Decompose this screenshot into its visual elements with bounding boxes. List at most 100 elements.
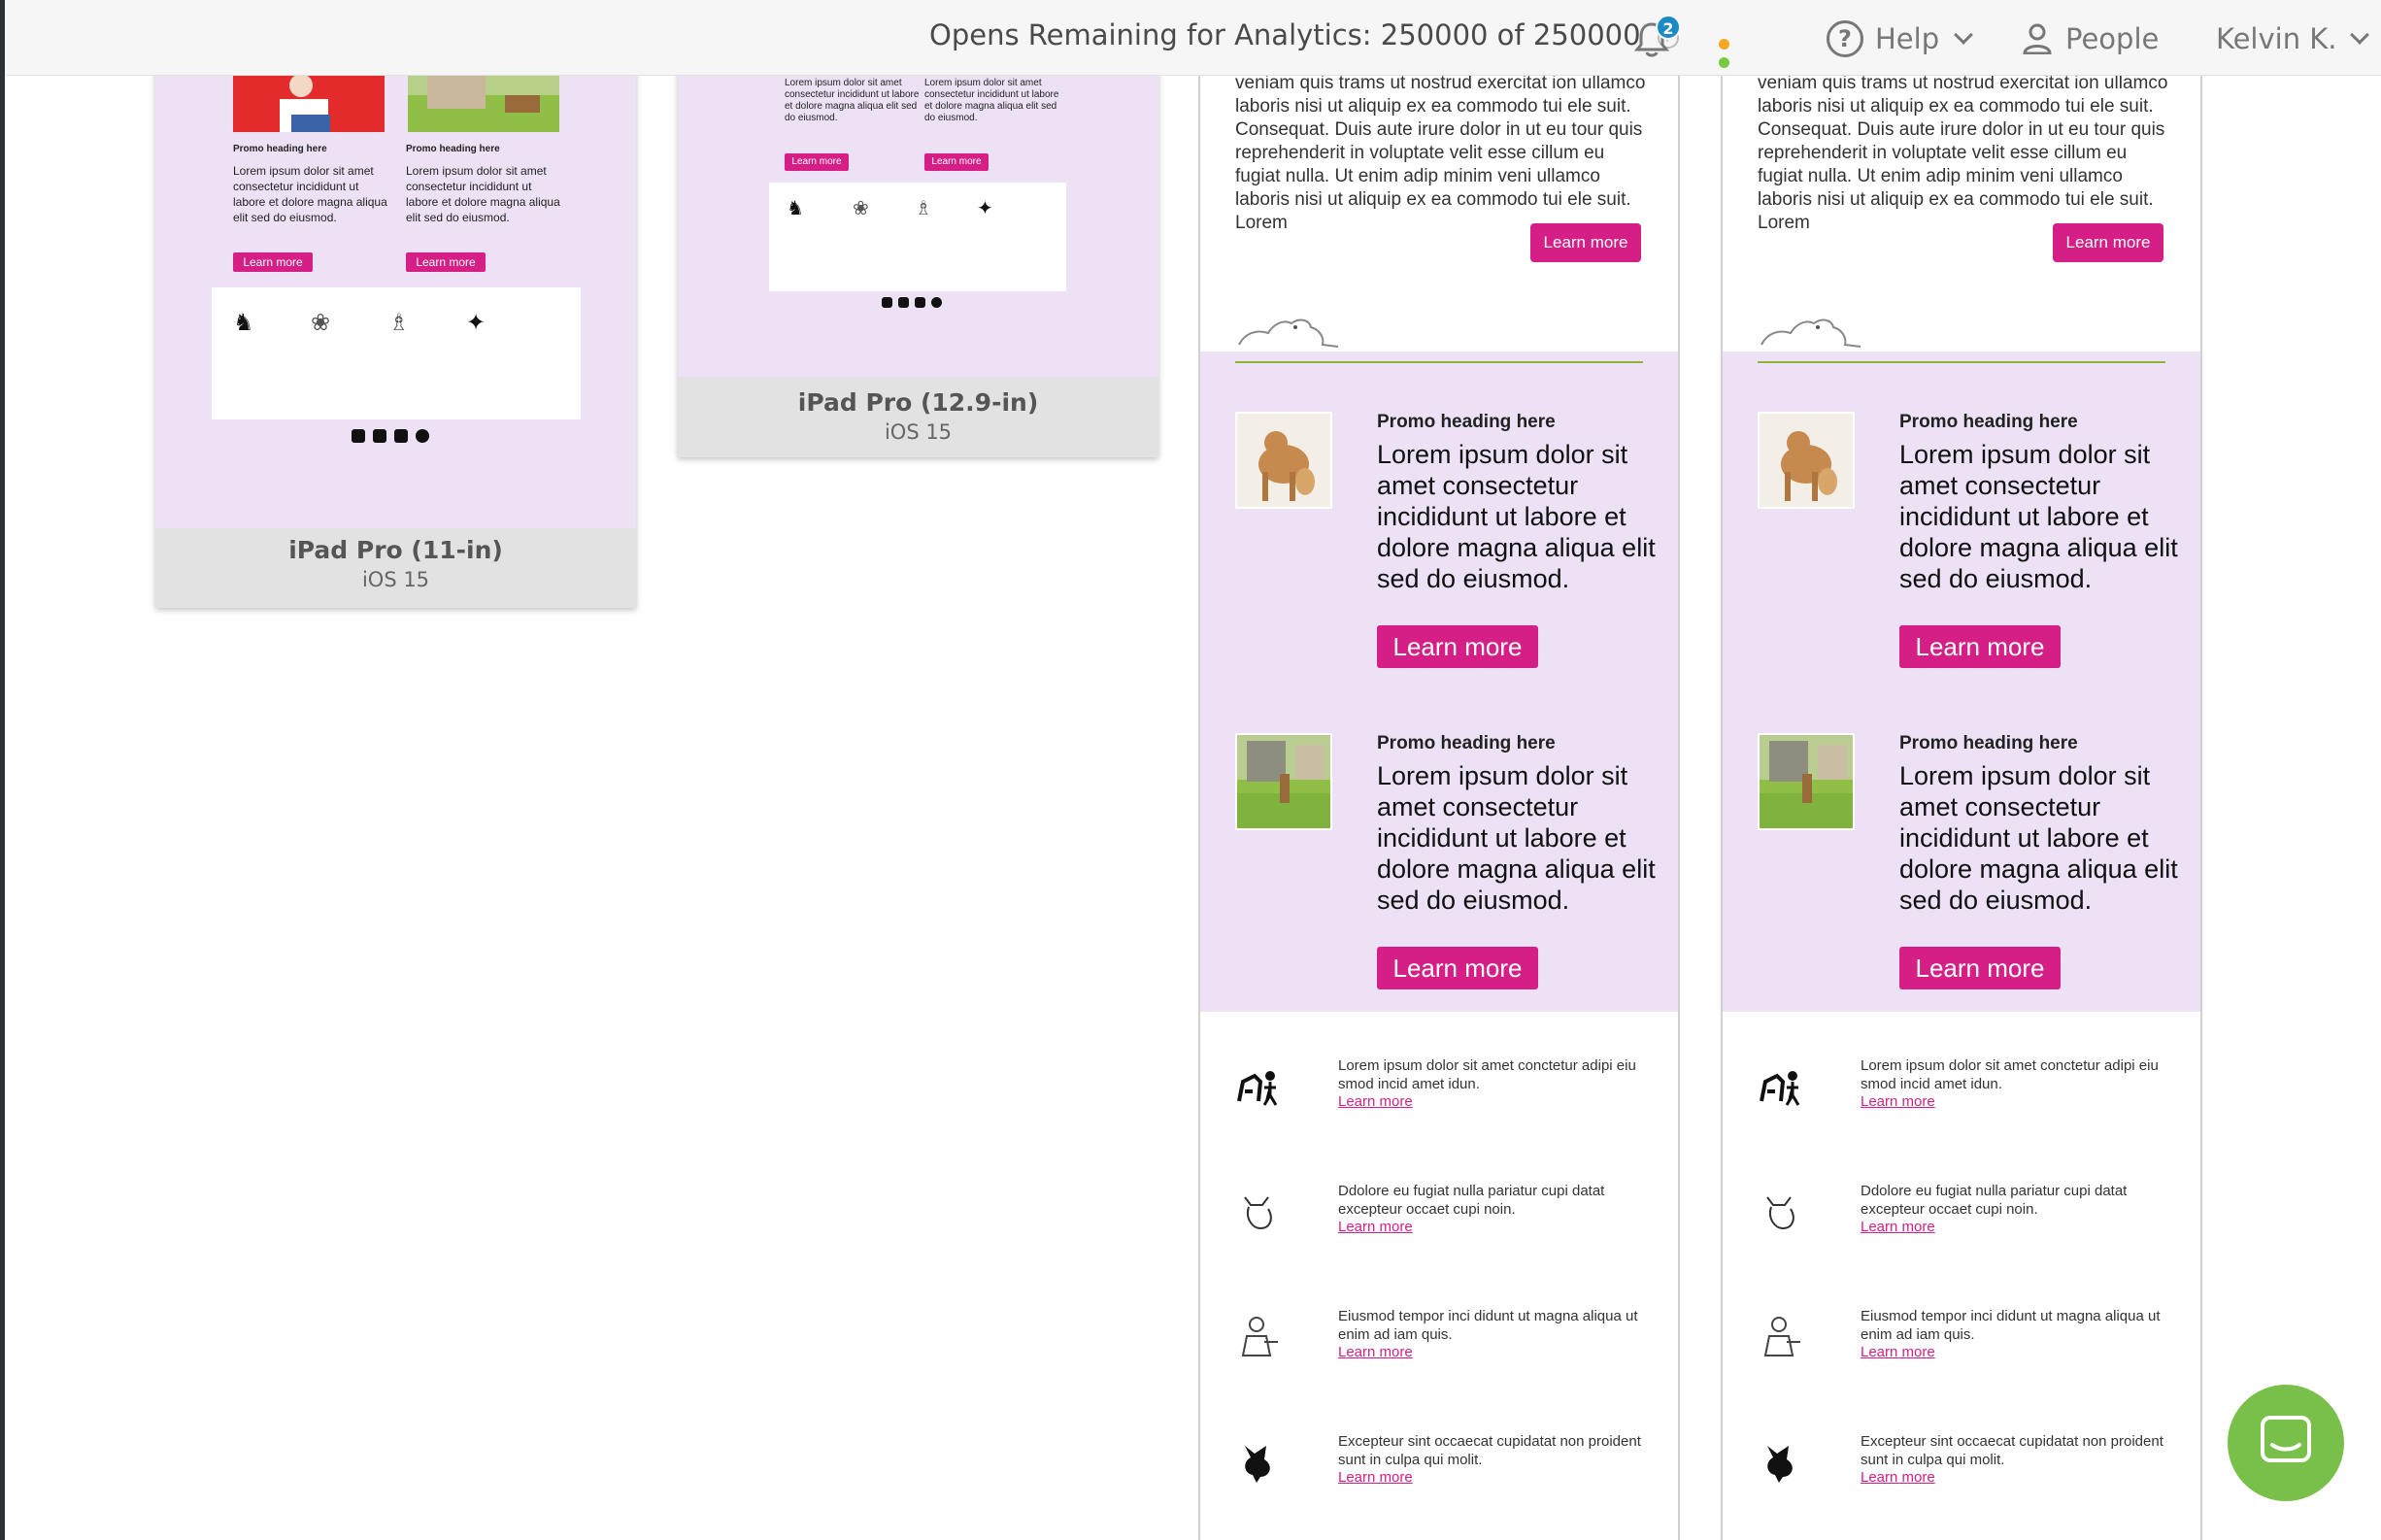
promo-text: Lorem ipsum dolor sit amet consectetur i…: [1899, 440, 2178, 593]
feature-item: Lorem ipsum dolor sit amet conctetur adi…: [1235, 1056, 1653, 1124]
promo-heading: Promo heading here: [1899, 733, 2078, 753]
cat-icon: [1766, 1196, 1794, 1230]
mini-promo-text: Lorem ipsum dolor sit amet consectetur i…: [785, 78, 920, 123]
grooming-icon: [1241, 1317, 1278, 1356]
people-menu[interactable]: People: [2023, 17, 2159, 60]
mail-icon: [931, 297, 942, 308]
intro-learn-more-button[interactable]: Learn more: [1530, 223, 1641, 262]
device-preview-ipad-pro-12-9[interactable]: Lorem ipsum dolor sit amet consectetur i…: [678, 66, 1158, 457]
people-label: People: [2065, 22, 2160, 55]
app-root: Opens Remaining for Analytics: 250000 of…: [0, 0, 2381, 1540]
feature-item: Lorem ipsum dolor sit amet conctetur adi…: [1758, 1056, 2175, 1124]
feature-text: Excepteur sint occaecat cupidatat non pr…: [1338, 1433, 1641, 1468]
feature-learn-more-link[interactable]: Learn more: [1338, 1093, 1413, 1110]
mini-learn-more-button: Learn more: [924, 153, 989, 171]
notifications-button[interactable]: 2: [1632, 15, 1681, 59]
instagram-icon: [394, 429, 408, 443]
status-dots: [1719, 35, 1758, 68]
device-os: iOS 15: [884, 420, 953, 444]
intro-learn-more-button[interactable]: Learn more: [2053, 223, 2163, 262]
feature-text: Excepteur sint occaecat cupidatat non pr…: [1861, 1433, 2163, 1468]
feature-item: Excepteur sint occaecat cupidatat non pr…: [1235, 1432, 1653, 1500]
feature-learn-more-link[interactable]: Learn more: [1338, 1469, 1413, 1486]
device-name: iPad Pro (12.9-in): [797, 388, 1039, 417]
chat-launcher-button[interactable]: [2228, 1385, 2344, 1501]
feature-learn-more-link[interactable]: Learn more: [1861, 1219, 1935, 1235]
mini-social-icons: [352, 429, 429, 443]
left-edge: [0, 0, 5, 1540]
device-preview-ipad-pro-11[interactable]: Promo heading here Promo heading here Lo…: [155, 66, 636, 608]
twitter-icon: [373, 429, 386, 443]
mini-promo-text: Lorem ipsum dolor sit amet consectetur i…: [406, 164, 560, 224]
mini-promo-text: Lorem ipsum dolor sit amet consectetur i…: [924, 78, 1059, 123]
promo-image-garden: [1235, 733, 1332, 830]
promo-learn-more-button[interactable]: Learn more: [1377, 625, 1538, 668]
feature-learn-more-link[interactable]: Learn more: [1861, 1344, 1935, 1360]
divider-rule: [1758, 361, 2165, 363]
feature-text: Eiusmod tempor inci didunt ut magna aliq…: [1861, 1308, 2161, 1343]
mini-promo-text: Lorem ipsum dolor sit amet consectetur i…: [233, 164, 387, 224]
email-preview-column[interactable]: veniam quis trams ut nostrud exercitat i…: [1198, 76, 1680, 1540]
promo-heading: Promo heading here: [1377, 412, 1556, 432]
promo-heading: Promo heading here: [1899, 412, 2078, 432]
dog-illustration-icon: [1238, 318, 1339, 348]
intro-text: veniam quis trams ut nostrud exercitat i…: [1235, 76, 1646, 233]
feature-learn-more-link[interactable]: Learn more: [1861, 1093, 1935, 1110]
promo-learn-more-button[interactable]: Learn more: [1899, 625, 2061, 668]
promo-text: Lorem ipsum dolor sit amet consectetur i…: [1377, 761, 1656, 915]
feature-item: Eiusmod tempor inci didunt ut magna aliq…: [1235, 1307, 1653, 1375]
feature-item: Ddolore eu fugiat nulla pariatur cupi da…: [1235, 1182, 1653, 1250]
status-dot-orange: [1719, 39, 1729, 50]
help-label: Help: [1875, 22, 1940, 55]
chevron-down-icon: [1954, 25, 1974, 45]
facebook-icon: [882, 297, 892, 308]
device-name: iPad Pro (11-in): [288, 536, 503, 564]
feature-item: Excepteur sint occaecat cupidatat non pr…: [1758, 1432, 2175, 1500]
pet-icon: ✦: [977, 198, 993, 219]
feature-text: Lorem ipsum dolor sit amet conctetur adi…: [1338, 1057, 1636, 1092]
status-dot-green: [1719, 57, 1729, 68]
pet-icon: ✦: [466, 310, 486, 336]
help-icon: ?: [1827, 20, 1863, 57]
mini-social-icons: [882, 297, 942, 308]
feature-learn-more-link[interactable]: Learn more: [1338, 1344, 1413, 1360]
grooming-icon: [1763, 1317, 1800, 1356]
promo-learn-more-button[interactable]: Learn more: [1899, 947, 2061, 989]
cat-icon: ❀: [311, 310, 331, 336]
promo-image-red: [233, 66, 385, 132]
dog-owner-icon: [1760, 1071, 1800, 1106]
chevron-down-icon: [2349, 25, 2369, 45]
mini-learn-more-button: Learn more: [785, 153, 849, 171]
promo-image-dog-cat: [1758, 412, 1855, 509]
dog-owner-icon: [1237, 1071, 1278, 1106]
promo-image-dog-cat: [1235, 412, 1332, 509]
email-preview-column[interactable]: veniam quis trams ut nostrud exercitat i…: [1721, 76, 2202, 1540]
top-bar: Opens Remaining for Analytics: 250000 of…: [5, 0, 2381, 76]
cat-icon: [1244, 1196, 1272, 1230]
user-menu[interactable]: Kelvin K.: [2216, 17, 2369, 60]
feature-text: Eiusmod tempor inci didunt ut magna aliq…: [1338, 1308, 1638, 1343]
mail-icon: [416, 429, 429, 443]
mini-learn-more-button: Learn more: [406, 252, 486, 272]
feature-text: Ddolore eu fugiat nulla pariatur cupi da…: [1861, 1183, 2128, 1218]
promo-learn-more-button[interactable]: Learn more: [1377, 947, 1538, 989]
feature-learn-more-link[interactable]: Learn more: [1861, 1469, 1935, 1486]
help-menu[interactable]: ? Help: [1827, 17, 1974, 60]
promo-image-garden: [1758, 733, 1855, 830]
pet-icon: [1245, 1446, 1270, 1483]
person-icon: [2023, 23, 2052, 54]
promo-text: Lorem ipsum dolor sit amet consectetur i…: [1377, 440, 1656, 593]
instagram-icon: [915, 297, 925, 308]
intro-text: veniam quis trams ut nostrud exercitat i…: [1758, 76, 2168, 233]
divider-rule: [1235, 361, 1643, 363]
pet-icon: [1767, 1446, 1793, 1483]
twitter-icon: [898, 297, 909, 308]
cat-icon: ❀: [853, 198, 869, 219]
feature-text: Lorem ipsum dolor sit amet conctetur adi…: [1861, 1057, 2159, 1092]
mini-feature-panel: ♞ ❀ ♗ ✦: [212, 287, 581, 419]
feature-learn-more-link[interactable]: Learn more: [1338, 1219, 1413, 1235]
grooming-icon: ♗: [388, 310, 410, 336]
opens-remaining-text: Opens Remaining for Analytics: 250000 of…: [929, 18, 1641, 51]
notification-badge: 2: [1656, 15, 1681, 40]
promo-heading: Promo heading here: [1377, 733, 1556, 753]
